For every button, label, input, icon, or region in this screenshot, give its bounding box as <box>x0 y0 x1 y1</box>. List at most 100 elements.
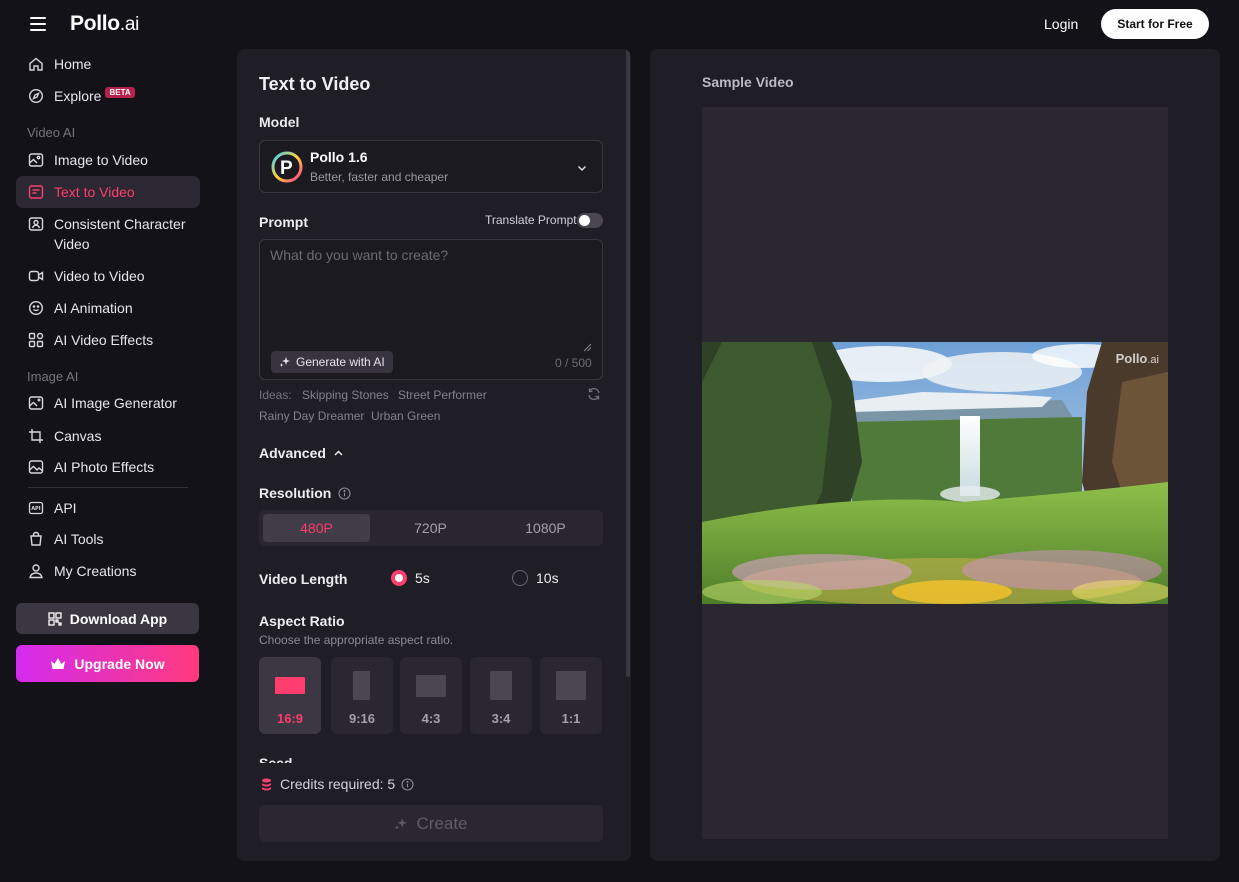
aspect-4-3-icon <box>416 675 446 697</box>
model-description: Better, faster and cheaper <box>310 170 449 184</box>
logo-suffix: .ai <box>119 14 140 35</box>
sidebar-item-ai-video-effects[interactable]: AI Video Effects <box>16 324 200 356</box>
translate-prompt-toggle[interactable] <box>577 213 603 228</box>
hamburger-menu-icon[interactable] <box>30 17 46 31</box>
upgrade-now-button[interactable]: Upgrade Now <box>16 645 199 682</box>
sidebar-item-label: API <box>54 500 77 516</box>
character-icon <box>28 216 44 232</box>
sidebar-divider <box>28 487 188 488</box>
generate-with-ai-label: Generate with AI <box>296 355 385 369</box>
aspect-9-16-icon <box>353 671 370 700</box>
info-icon[interactable] <box>401 777 414 791</box>
home-icon <box>28 56 44 72</box>
length-option-10s[interactable]: 10s <box>512 570 559 586</box>
sidebar-item-consistent-character-video[interactable]: Consistent Character Video <box>16 208 200 252</box>
resolution-option-1080p[interactable]: 1080P <box>492 514 599 542</box>
image-video-icon <box>28 152 44 168</box>
sample-video-title: Sample Video <box>702 74 794 90</box>
advanced-toggle[interactable]: Advanced <box>259 445 344 461</box>
sparkle-icon <box>394 817 408 831</box>
video-length-label: Video Length <box>259 571 348 587</box>
idea-chip[interactable]: Street Performer <box>398 388 487 402</box>
watermark-main: Pollo <box>1115 351 1148 366</box>
crop-icon <box>28 428 44 444</box>
start-for-free-button[interactable]: Start for Free <box>1101 9 1209 39</box>
idea-chip[interactable]: Rainy Day Dreamer <box>259 409 364 423</box>
sidebar-item-label: Image to Video <box>54 152 148 168</box>
radio-selected-icon <box>391 570 407 586</box>
length-label: 5s <box>415 570 430 586</box>
ideas-label: Ideas: <box>259 388 292 402</box>
sidebar-item-canvas[interactable]: Canvas <box>16 420 200 452</box>
page-title: Text to Video <box>259 74 371 94</box>
advanced-label: Advanced <box>259 445 326 461</box>
sidebar-item-ai-photo-effects[interactable]: AI Photo Effects <box>16 451 200 483</box>
sidebar-item-video-to-video[interactable]: Video to Video <box>16 260 200 292</box>
download-app-label: Download App <box>69 610 168 627</box>
photo-effects-icon <box>28 459 44 475</box>
user-icon <box>28 563 44 579</box>
logo[interactable]: Pollo.ai <box>70 12 139 36</box>
sidebar-item-label: AI Video Effects <box>54 332 154 348</box>
sidebar-item-explore[interactable]: Explore BETA <box>16 80 200 112</box>
text-to-video-panel: Text to Video Model P Pollo 1.6 Better, … <box>237 49 631 861</box>
image-generator-icon <box>28 395 44 411</box>
sample-video-player[interactable]: Pollo.ai <box>702 342 1168 604</box>
resolution-option-720p[interactable]: 720P <box>377 514 484 542</box>
sidebar-item-ai-animation[interactable]: AI Animation <box>16 292 200 324</box>
aspect-option-3-4[interactable]: 3:4 <box>470 657 532 734</box>
sidebar-item-ai-image-generator[interactable]: AI Image Generator <box>16 387 200 419</box>
aspect-label: 16:9 <box>276 711 304 726</box>
crown-icon <box>50 657 66 671</box>
idea-chip[interactable]: Skipping Stones <box>302 388 389 402</box>
qr-code-icon <box>48 611 62 626</box>
resolution-option-480p[interactable]: 480P <box>263 514 370 542</box>
aspect-16-9-icon <box>275 677 305 694</box>
beta-badge: BETA <box>105 86 135 98</box>
top-bar: Pollo.ai Login Start for Free <box>0 0 1239 48</box>
coins-icon <box>261 778 272 791</box>
chevron-up-icon <box>333 448 344 459</box>
animation-icon <box>28 300 44 316</box>
api-icon: API <box>28 500 44 516</box>
sidebar-item-home[interactable]: Home <box>16 48 200 80</box>
sidebar-item-image-to-video[interactable]: Image to Video <box>16 144 200 176</box>
upgrade-now-label: Upgrade Now <box>74 655 165 672</box>
aspect-label: 4:3 <box>421 711 441 726</box>
prompt-label: Prompt <box>259 214 308 230</box>
panel-scrollbar[interactable] <box>626 49 630 677</box>
sidebar-item-label: Consistent Character Video <box>54 214 186 254</box>
preview-panel: Sample Video Pollo.ai <box>650 49 1220 861</box>
model-select[interactable]: P Pollo 1.6 Better, faster and cheaper <box>259 140 603 193</box>
create-button[interactable]: Create <box>259 805 603 842</box>
aspect-option-4-3[interactable]: 4:3 <box>400 657 462 734</box>
resize-grip-icon[interactable] <box>583 339 592 352</box>
generate-with-ai-button[interactable]: Generate with AI <box>271 351 393 373</box>
sidebar-item-label: AI Tools <box>54 531 104 547</box>
watermark-suffix: .ai <box>1147 354 1159 366</box>
download-app-button[interactable]: Download App <box>16 603 199 634</box>
sidebar-item-label: AI Photo Effects <box>54 459 155 475</box>
compass-icon <box>28 88 44 104</box>
aspect-option-16-9[interactable]: 16:9 <box>259 657 321 734</box>
idea-chip[interactable]: Urban Green <box>371 409 440 423</box>
aspect-label: 1:1 <box>561 711 581 726</box>
video-area: Pollo.ai <box>702 107 1168 839</box>
sidebar-item-my-creations[interactable]: My Creations <box>16 555 200 587</box>
sidebar-item-api[interactable]: API API <box>16 492 200 524</box>
text-video-icon <box>28 184 44 200</box>
model-label: Model <box>259 114 300 130</box>
sidebar-item-ai-tools[interactable]: AI Tools <box>16 523 200 555</box>
refresh-ideas-icon[interactable] <box>587 387 601 406</box>
info-icon[interactable] <box>338 486 351 500</box>
aspect-option-1-1[interactable]: 1:1 <box>540 657 602 734</box>
aspect-ratio-label: Aspect Ratio <box>259 613 345 629</box>
sidebar-item-text-to-video[interactable]: Text to Video <box>16 176 200 208</box>
resolution-label: Resolution <box>259 485 332 501</box>
create-label: Create <box>416 813 468 833</box>
prompt-input[interactable] <box>270 247 592 343</box>
login-link[interactable]: Login <box>1044 16 1078 32</box>
length-option-5s[interactable]: 5s <box>391 570 430 586</box>
toolbox-icon <box>28 531 44 547</box>
aspect-option-9-16[interactable]: 9:16 <box>331 657 393 734</box>
